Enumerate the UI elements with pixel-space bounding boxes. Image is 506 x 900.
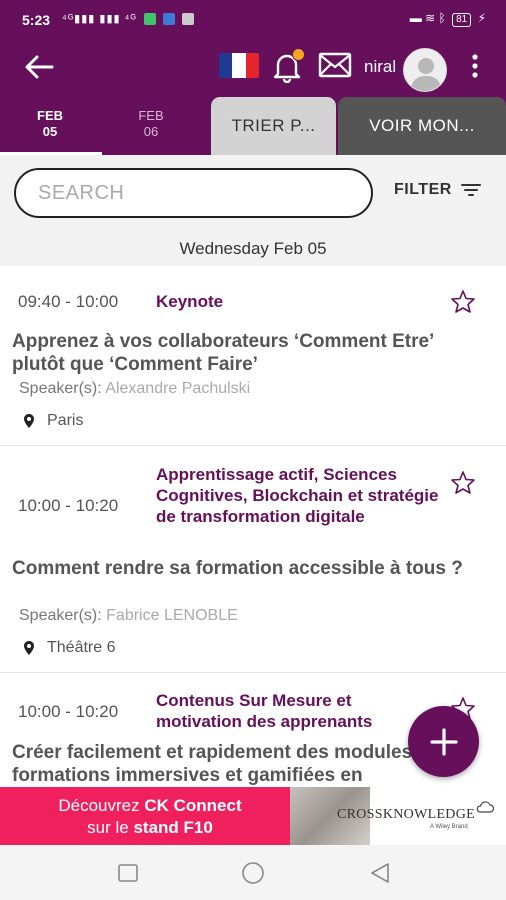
session-time: 10:00 - 10:20: [18, 702, 119, 721]
tab-day: 05: [42, 124, 58, 139]
banner-line2-prefix: sur le: [87, 818, 134, 837]
session-speaker: Speaker(s): Fabrice LENOBLE: [19, 607, 238, 625]
banner-line1-bold: CK Connect: [144, 796, 242, 815]
french-flag-icon[interactable]: [219, 53, 259, 78]
tab-day: 06: [143, 124, 159, 139]
signal-icons: ⁴ᴳ▮▮▮ ▮▮▮ ⁴ᴳ: [62, 12, 194, 26]
banner-text: Découvrez CK Connect sur le stand F10: [0, 795, 300, 839]
status-time: 5:23: [22, 12, 51, 28]
volte-icon: ▬: [409, 11, 422, 25]
session-location: Théâtre 6: [23, 639, 115, 657]
session-card[interactable]: 10:00 - 10:20 Apprentissage actif, Scien…: [0, 447, 506, 673]
status-bar: 5:23 ⁴ᴳ▮▮▮ ▮▮▮ ⁴ᴳ ▬ ≋ ᛒ 81 ⚡: [0, 0, 506, 38]
banner-line1-prefix: Découvrez: [58, 796, 145, 815]
mail-icon[interactable]: [318, 52, 352, 78]
system-nav-bar: [0, 845, 506, 900]
tab-date-feb-06[interactable]: FEB 06: [122, 108, 180, 140]
tab-sort[interactable]: TRIER P...: [211, 97, 336, 155]
speaker-label: Speaker(s):: [19, 607, 102, 624]
app-notification-icon: [143, 13, 156, 26]
speaker-name[interactable]: Fabrice LENOBLE: [106, 607, 238, 624]
session-speaker: Speaker(s): Alexandre Pachulski: [19, 380, 250, 398]
session-title: Comment rendre sa formation accessible à…: [12, 558, 463, 579]
charging-icon: ⚡: [477, 11, 486, 25]
plus-icon: [429, 727, 458, 756]
tab-month: FEB: [37, 108, 63, 123]
location-pin-icon: [24, 641, 34, 655]
session-time: 10:00 - 10:20: [18, 496, 119, 515]
location-name: Théâtre 6: [47, 639, 116, 656]
home-icon[interactable]: [241, 861, 265, 885]
add-button[interactable]: [408, 706, 479, 777]
crossknowledge-logo: CROSSKNOWLEDGE: [337, 807, 475, 822]
wifi-off-icon: ≋: [425, 11, 436, 25]
tab-month: FEB: [138, 108, 164, 123]
session-time: 09:40 - 10:00: [18, 292, 119, 311]
speaker-name[interactable]: Alexandre Pachulski: [105, 380, 250, 397]
session-location: Paris: [23, 412, 83, 430]
day-header: Wednesday Feb 05: [179, 239, 327, 258]
notification-dot: [292, 48, 305, 61]
filter-label: FILTER: [394, 181, 452, 198]
banner-line2-bold: stand F10: [133, 818, 213, 837]
avatar[interactable]: [403, 48, 447, 92]
ad-banner[interactable]: Découvrez CK Connect sur le stand F10 CR…: [0, 787, 506, 845]
more-vert-icon[interactable]: [468, 52, 482, 80]
search-input[interactable]: SEARCH: [14, 168, 373, 218]
recents-icon[interactable]: [116, 861, 140, 885]
banner-line-1: Découvrez CK Connect: [0, 795, 300, 817]
status-right-icons: ▬ ≋ ᛒ 81 ⚡: [410, 11, 486, 27]
cloud-icon: [476, 801, 494, 813]
session-track: Apprentissage actif, Sciences Cognitives…: [156, 465, 439, 526]
filter-icon: [460, 183, 481, 196]
battery-icon: 81: [452, 13, 472, 27]
bluetooth-icon: ᛒ: [438, 11, 446, 25]
star-icon[interactable]: [450, 289, 476, 313]
tab-date-feb-05[interactable]: FEB 05: [21, 108, 79, 140]
gallery-notification-icon: [181, 13, 194, 26]
banner-line-2: sur le stand F10: [0, 817, 300, 839]
app-screen: 5:23 ⁴ᴳ▮▮▮ ▮▮▮ ⁴ᴳ ▬ ≋ ᛒ 81 ⚡ niral FEB 0…: [0, 0, 506, 900]
tab-my-agenda[interactable]: VOIR MON...: [338, 97, 506, 155]
session-title: Apprenez à vos collaborateurs ‘Comment E…: [12, 331, 434, 375]
session-track: Contenus Sur Mesure et motivation des ap…: [156, 691, 373, 731]
crossknowledge-tagline: A Wiley Brand: [430, 824, 468, 830]
session-track: Keynote: [156, 292, 224, 311]
app-header: niral: [0, 38, 506, 100]
session-card[interactable]: 09:40 - 10:00 Keynote Apprenez à vos col…: [0, 266, 506, 446]
user-name[interactable]: niral: [364, 57, 396, 77]
location-name: Paris: [47, 412, 84, 429]
filter-button[interactable]: FILTER: [394, 181, 481, 199]
speaker-label: Speaker(s):: [19, 380, 102, 397]
back-arrow-icon[interactable]: [22, 52, 56, 82]
back-nav-icon[interactable]: [368, 861, 392, 885]
location-pin-icon: [24, 414, 34, 428]
search-area: SEARCH FILTER Wednesday Feb 05: [0, 155, 506, 266]
star-icon[interactable]: [450, 470, 476, 494]
app-notification-icon: [162, 13, 175, 26]
